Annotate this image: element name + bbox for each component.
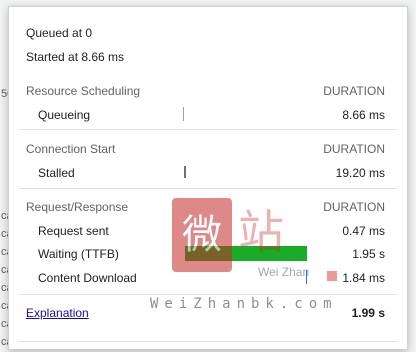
- request-sent-duration: 0.47 ms: [342, 224, 385, 238]
- waiting-ttfb-label: Waiting (TTFB): [38, 247, 119, 261]
- content-download-duration: 1.84 ms: [342, 271, 385, 285]
- watermark-glyph: 站: [238, 205, 284, 259]
- content-download-label: Content Download: [38, 271, 137, 285]
- waiting-ttfb-duration: 1.95 s: [352, 247, 385, 261]
- watermark-seal-text: 微: [182, 212, 222, 258]
- queueing-label: Queueing: [38, 108, 91, 122]
- queueing-duration: 8.66 ms: [342, 108, 385, 122]
- request-sent-label: Request sent: [38, 224, 109, 238]
- request-response-duration-header: DURATION: [323, 200, 385, 214]
- queued-at-text: Queued at 0: [26, 26, 93, 40]
- stalled-timeline-bar: [184, 166, 186, 178]
- explanation-link[interactable]: Explanation: [26, 306, 89, 320]
- resource-scheduling-heading: Resource Scheduling: [26, 84, 141, 98]
- section-divider: [19, 188, 397, 189]
- resource-scheduling-duration-header: DURATION: [323, 84, 385, 98]
- bottom-divider: [19, 341, 397, 342]
- stalled-duration: 19.20 ms: [335, 166, 385, 180]
- started-at-text: Started at 8.66 ms: [26, 50, 125, 64]
- watermark-url: WeiZhanbk.com: [150, 296, 338, 312]
- connection-start-duration-header: DURATION: [323, 142, 385, 156]
- section-divider: [19, 129, 397, 130]
- request-response-heading: Request/Response: [26, 200, 129, 214]
- connection-start-heading: Connection Start: [26, 142, 116, 156]
- total-duration: 1.99 s: [351, 306, 385, 320]
- watermark-seal: 微: [172, 198, 232, 272]
- watermark-english-text: Wei Zhan: [258, 265, 310, 279]
- content-download-legend-swatch: [327, 271, 337, 281]
- section-divider: [19, 294, 397, 295]
- queueing-timeline-bar: [183, 107, 184, 121]
- stalled-label: Stalled: [38, 166, 75, 180]
